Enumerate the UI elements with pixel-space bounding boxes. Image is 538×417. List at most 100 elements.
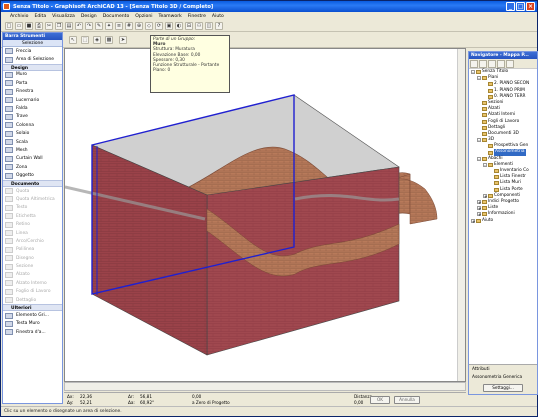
section-icon[interactable]: ⊟: [185, 21, 193, 30]
arrow-tool-icon[interactable]: ↖: [69, 36, 77, 44]
settings-button[interactable]: Settaggi...: [483, 384, 523, 392]
menu-opzioni[interactable]: Opzioni: [132, 14, 155, 19]
publisher-icon[interactable]: [497, 60, 505, 68]
view-map-icon[interactable]: [479, 60, 487, 68]
undo-icon[interactable]: ↶: [75, 21, 83, 30]
distance-value[interactable]: 0,00: [354, 400, 363, 405]
dy-value[interactable]: 52,21: [80, 400, 92, 405]
close-button[interactable]: ×: [526, 2, 535, 11]
menu-edita[interactable]: Edita: [31, 14, 49, 19]
camera-icon[interactable]: ▣: [165, 21, 173, 30]
tool-trave[interactable]: Trave: [3, 113, 62, 121]
expand-toggle-icon[interactable]: -: [477, 138, 481, 143]
tool-oggetto[interactable]: Oggetto: [3, 171, 62, 179]
view-3d-icon[interactable]: ◇: [145, 21, 153, 30]
menu-visualizza[interactable]: Visualizza: [49, 14, 78, 19]
expand-toggle-icon[interactable]: +: [477, 200, 481, 205]
tool-quota[interactable]: Quota: [3, 187, 62, 195]
expand-toggle-icon[interactable]: -: [477, 76, 481, 81]
tool-porta[interactable]: Porta: [3, 79, 62, 87]
3d-model-view[interactable]: [65, 49, 466, 382]
help-icon[interactable]: ?: [215, 21, 223, 30]
tool-polilinea[interactable]: Polilinea: [3, 246, 62, 254]
menu-design[interactable]: Design: [78, 14, 100, 19]
tool-solaio[interactable]: Solaio: [3, 130, 62, 138]
z-value[interactable]: 0,00: [192, 394, 201, 399]
dx-value[interactable]: 22,36: [80, 394, 92, 399]
expand-toggle-icon[interactable]: -: [477, 156, 481, 161]
organizer-icon[interactable]: [506, 60, 514, 68]
tool-arco-cerchio[interactable]: Arco/Cerchio: [3, 237, 62, 245]
tool-finestra[interactable]: Finestra: [3, 88, 62, 96]
pointer-icon[interactable]: ➤: [119, 36, 127, 44]
tool-quota-altimetrica[interactable]: Quota Altimetrica: [3, 195, 62, 203]
document-section[interactable]: Documento: [3, 179, 62, 187]
tool-disegno[interactable]: Disegno: [3, 254, 62, 262]
grid-icon[interactable]: #: [125, 21, 133, 30]
tool-sezione[interactable]: Sezione: [3, 262, 62, 270]
project-map-icon[interactable]: [470, 60, 478, 68]
a-value[interactable]: 60,92°: [140, 400, 154, 405]
tool-area-di-selezione[interactable]: Area di Selezione: [3, 55, 62, 63]
new-file-icon[interactable]: □: [5, 21, 13, 30]
ok-button[interactable]: OK: [370, 396, 390, 404]
rotate-marquee-icon[interactable]: ◈: [93, 36, 101, 44]
tool-alzato-interno[interactable]: Alzato Interno: [3, 279, 62, 287]
tool-linea[interactable]: Linea: [3, 229, 62, 237]
horizontal-scrollbar[interactable]: [64, 382, 466, 391]
paste-icon[interactable]: ▤: [65, 21, 73, 30]
tool-retino[interactable]: Retino: [3, 220, 62, 228]
tool-zona[interactable]: Zona: [3, 163, 62, 171]
magic-wand-icon[interactable]: ✦: [105, 21, 113, 30]
teamwork-icon[interactable]: ⚇: [195, 21, 203, 30]
tool-colonna[interactable]: Colonna: [3, 121, 62, 129]
tool-freccia[interactable]: Freccia: [3, 47, 62, 55]
trace-icon[interactable]: ◫: [205, 21, 213, 30]
tool-finestra-d-a-[interactable]: Finestra d'a...: [3, 328, 62, 336]
marquee-icon[interactable]: ⬚: [81, 36, 89, 44]
print-icon[interactable]: ⎙: [35, 21, 43, 30]
tool-foglio-di-lavoro[interactable]: Foglio di Lavoro: [3, 288, 62, 296]
3d-viewport[interactable]: [64, 48, 466, 382]
layout-book-icon[interactable]: [488, 60, 496, 68]
z-reference[interactable]: a Zero di Progetto: [192, 400, 230, 405]
menu-teamwork[interactable]: Teamwork: [156, 14, 185, 19]
tool-elemento-gri-[interactable]: Elemento Gri...: [3, 311, 62, 319]
tool-alzato[interactable]: Alzato: [3, 271, 62, 279]
expand-toggle-icon[interactable]: -: [483, 162, 487, 167]
expand-toggle-icon[interactable]: +: [483, 193, 487, 198]
cancel-button[interactable]: Annulla: [394, 396, 420, 404]
tool-scala[interactable]: Scala: [3, 138, 62, 146]
more-section[interactable]: Ulteriori: [3, 304, 62, 312]
tool-curtain-wall[interactable]: Curtain Wall: [3, 155, 62, 163]
render-icon[interactable]: ◐: [175, 21, 183, 30]
menu-archivio[interactable]: Archivio: [7, 14, 31, 19]
menu-documento[interactable]: Documento: [100, 14, 133, 19]
minimize-button[interactable]: _: [506, 2, 515, 11]
menu-finestre[interactable]: Finestre: [185, 14, 209, 19]
design-section[interactable]: Design: [3, 63, 62, 71]
orbit-icon[interactable]: ⟳: [155, 21, 163, 30]
tool-testo[interactable]: Testo: [3, 204, 62, 212]
save-icon[interactable]: ■: [25, 21, 33, 30]
zoom-icon[interactable]: ⊕: [135, 21, 143, 30]
maximize-button[interactable]: □: [516, 2, 525, 11]
open-file-icon[interactable]: ▭: [15, 21, 23, 30]
tool-lucernario[interactable]: Lucernario: [3, 96, 62, 104]
expand-toggle-icon[interactable]: -: [471, 70, 475, 75]
vertical-scrollbar[interactable]: [457, 49, 465, 381]
r-value[interactable]: 56,81: [140, 394, 152, 399]
redo-icon[interactable]: ↷: [85, 21, 93, 30]
layer-icon[interactable]: ≡: [115, 21, 123, 30]
expand-toggle-icon[interactable]: +: [477, 206, 481, 211]
menu-aiuto[interactable]: Aiuto: [209, 14, 227, 19]
tool-muro[interactable]: Muro: [3, 71, 62, 79]
tool-mesh[interactable]: Mesh: [3, 146, 62, 154]
expand-toggle-icon[interactable]: +: [477, 212, 481, 217]
cut-icon[interactable]: ✂: [45, 21, 53, 30]
expand-toggle-icon[interactable]: +: [471, 218, 475, 223]
copy-icon[interactable]: ❐: [55, 21, 63, 30]
tool-etichetta[interactable]: Etichetta: [3, 212, 62, 220]
tree-item[interactable]: + Aiuto: [469, 218, 537, 224]
marquee-3d-icon[interactable]: ▩: [105, 36, 113, 44]
